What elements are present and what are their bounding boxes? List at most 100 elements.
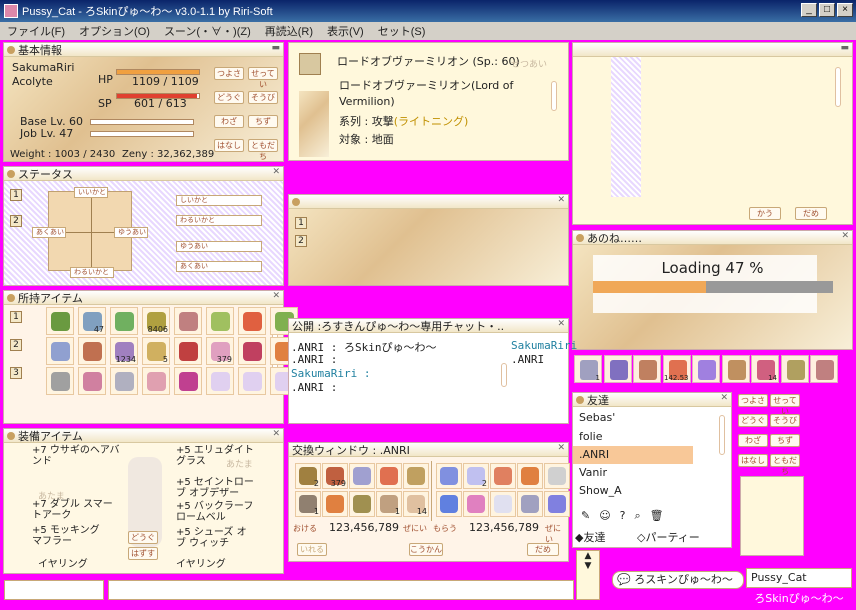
middle-tab-2[interactable]: 2 (295, 235, 307, 247)
mini-items-button[interactable]: どうぐ (738, 414, 768, 427)
mini-skills-button[interactable]: わざ (738, 434, 768, 447)
unequip-button[interactable]: はずす (128, 547, 158, 560)
inventory-tab-3[interactable]: 3 (10, 367, 22, 379)
trade-slot[interactable] (517, 463, 543, 489)
hotbar-slot[interactable]: 1 (574, 355, 602, 383)
trade-slot[interactable] (544, 491, 570, 517)
basic-info-header[interactable]: 基本情報 ▬ (4, 43, 283, 57)
mini-settings-button[interactable]: せってい (770, 394, 800, 416)
equip-weapon[interactable]: +7 ダブル スマートアーク (32, 499, 122, 521)
trade-slot[interactable] (322, 491, 348, 517)
equip-accessory-left[interactable]: イヤリング (38, 555, 88, 570)
status-button[interactable]: つよさ (214, 67, 244, 80)
inventory-slot[interactable] (46, 307, 74, 335)
menu-file[interactable]: ファイル(F) (0, 23, 72, 39)
trade-slot[interactable] (490, 491, 516, 517)
status-tab-1[interactable]: 1 (10, 189, 22, 201)
minimize-button[interactable]: _ (801, 3, 817, 17)
hotbar-slot[interactable] (810, 355, 838, 383)
trade-slot[interactable] (436, 463, 462, 489)
inventory-slot[interactable] (174, 367, 202, 395)
mini-equip-button[interactable]: そうび (770, 414, 800, 427)
equip-items-button[interactable]: どうぐ (128, 531, 158, 544)
trade-slot[interactable] (436, 491, 462, 517)
inventory-slot[interactable] (206, 367, 234, 395)
equipment-header[interactable]: 装備アイテム ✕ (4, 429, 283, 443)
close-icon[interactable]: ✕ (557, 195, 565, 205)
chat-header[interactable]: 公開 :ろすきんぴゅ〜わ〜専用チャット・.. ✕ (289, 319, 568, 333)
inventory-slot[interactable] (110, 307, 138, 335)
friends-action-icons[interactable]: ✎☺?⌕🗑 (581, 509, 673, 523)
trade-slot[interactable] (349, 463, 375, 489)
friends-scrollbar[interactable] (719, 415, 725, 455)
menu-reload[interactable]: 再読込(R) (258, 23, 320, 39)
inventory-slot[interactable]: 5 (142, 337, 170, 365)
mini-talk-button[interactable]: はなし (738, 454, 768, 467)
cancel-button[interactable]: だめ (795, 207, 827, 220)
friend-item[interactable]: Show_A (573, 482, 693, 500)
trade-header[interactable]: 交換ウィンドウ : .ANRI ✕ (289, 443, 568, 457)
close-icon[interactable]: ✕ (720, 393, 728, 403)
trade-slot[interactable] (376, 463, 402, 489)
equip-garment[interactable]: +5 モッキング マフラー (32, 525, 112, 547)
inventory-slot[interactable] (78, 337, 106, 365)
friends-header[interactable]: 友達 ✕ (573, 393, 731, 407)
trade-slot[interactable]: 1 (376, 491, 402, 517)
inventory-header[interactable]: 所持アイテム ✕ (4, 291, 283, 305)
trade-slot[interactable] (517, 491, 543, 517)
equip-shoes[interactable]: +5 シューズ オブ ウィッチ (176, 527, 256, 549)
hotbar-slot[interactable] (721, 355, 750, 383)
middle-header[interactable]: ✕ (289, 195, 568, 209)
hotbar-slot[interactable] (633, 355, 661, 383)
status-tab-2[interactable]: 2 (10, 215, 22, 227)
buy-button[interactable]: かう (749, 207, 781, 220)
menu-view[interactable]: 表示(V) (320, 23, 371, 39)
trade-exchange-button[interactable]: こうかん (409, 543, 443, 556)
top-right-header[interactable]: ▬ (573, 43, 852, 57)
equip-button[interactable]: そうび (248, 91, 278, 104)
map-button[interactable]: ちず (248, 115, 278, 128)
inventory-slot[interactable] (238, 367, 266, 395)
chat-message-input[interactable] (108, 580, 574, 600)
inventory-slot[interactable] (238, 307, 266, 335)
equip-shield[interactable]: +5 バックラーフロームベル (176, 501, 256, 523)
menu-option[interactable]: オプション(O) (72, 23, 157, 39)
settings-button[interactable]: せってい (248, 67, 278, 89)
friend-item[interactable]: Vanir (573, 464, 693, 482)
inventory-slot[interactable]: 379 (206, 337, 234, 365)
trade-add-button[interactable]: いれる (297, 543, 327, 556)
menu-set[interactable]: セット(S) (371, 23, 433, 39)
mini-friends-button[interactable]: ともだち (770, 454, 800, 476)
close-icon[interactable]: ✕ (557, 319, 565, 329)
friend-item[interactable]: folie (573, 428, 693, 446)
maximize-button[interactable]: □ (819, 3, 835, 17)
party-tab[interactable]: ◇パーティー (637, 529, 700, 545)
trade-slot[interactable] (403, 463, 429, 489)
skill-scrollbar[interactable] (551, 81, 557, 111)
trade-cancel-button[interactable]: だめ (527, 543, 559, 556)
chat-scroll-arrows[interactable]: ▲ ▼ (576, 550, 600, 600)
close-icon[interactable]: ✕ (272, 291, 280, 301)
inventory-slot[interactable]: 1234 (110, 337, 138, 365)
hotbar-slot[interactable] (692, 355, 720, 383)
friends-tab[interactable]: ◆友達 (575, 529, 605, 545)
skills-button[interactable]: わざ (214, 115, 244, 128)
inventory-slot[interactable] (46, 337, 74, 365)
close-icon[interactable]: ✕ (841, 231, 849, 241)
talk-button[interactable]: はなし (214, 139, 244, 152)
trade-slot[interactable] (490, 463, 516, 489)
trade-slot[interactable] (349, 491, 375, 517)
window-titlebar[interactable]: Pussy_Cat - ろSkinぴゅ〜わ〜 v3.0-1.1 by Riri-… (0, 0, 856, 22)
friend-item[interactable]: Sebas' (573, 409, 693, 427)
mini-status-button[interactable]: つよさ (738, 394, 768, 407)
inventory-slot[interactable] (206, 307, 234, 335)
friends-button[interactable]: ともだち (248, 139, 278, 161)
hotbar-slot[interactable]: 142.53 (662, 355, 691, 383)
chat-scrollbar[interactable] (501, 363, 507, 387)
close-icon[interactable]: ✕ (272, 167, 280, 177)
trade-slot[interactable]: 379 (322, 463, 348, 489)
inventory-slot[interactable] (46, 367, 74, 395)
collapse-icon[interactable]: ▬ (271, 43, 280, 53)
chat-room-button[interactable]: 💬 ろスキンぴゅ〜わ〜 (612, 571, 744, 589)
loading-header[interactable]: あのね…… ✕ (573, 231, 852, 245)
